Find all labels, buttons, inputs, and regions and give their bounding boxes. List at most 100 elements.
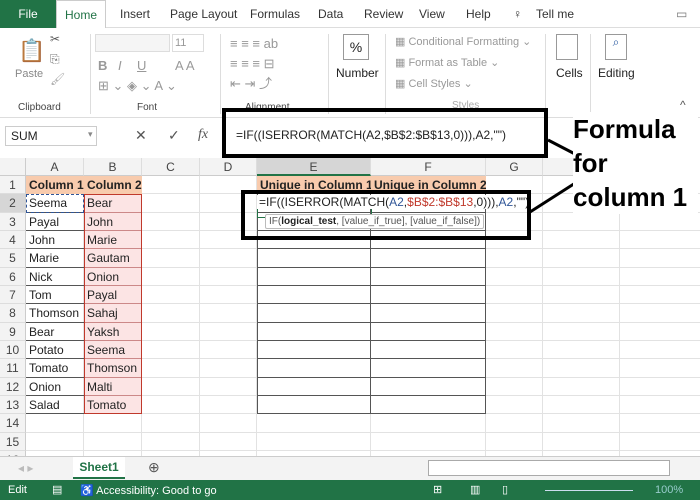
cell-b13[interactable]: Tomato <box>84 395 142 415</box>
cell-styles-button[interactable]: ▦ Cell Styles ⌄ <box>395 77 473 90</box>
row-header-7[interactable]: 7 <box>0 285 26 305</box>
row-header-11[interactable]: 11 <box>0 359 26 378</box>
tab-home[interactable]: Home <box>56 0 106 29</box>
zoom-level[interactable]: 100% <box>655 484 683 496</box>
cell-a12[interactable]: Onion <box>26 378 84 396</box>
comment-icon[interactable]: ▭ <box>676 7 687 21</box>
alignment-icons[interactable]: ≡ ≡ ≡ ab ≡ ≡ ≡ ⊟ ⇤ ⇥ ⤴ <box>230 34 278 94</box>
sheet-tab-sheet1[interactable]: Sheet1 <box>73 457 125 479</box>
insert-function-icon[interactable]: fx <box>198 127 208 143</box>
column-header-d[interactable]: D <box>200 158 257 176</box>
cell-f10[interactable] <box>371 340 486 360</box>
underline-button[interactable]: U <box>137 58 146 73</box>
column-header-a[interactable]: A <box>26 158 84 176</box>
name-box[interactable]: SUM <box>5 126 97 146</box>
cell-e8[interactable] <box>257 304 371 323</box>
row-header-13[interactable]: 13 <box>0 395 26 415</box>
cell-a6[interactable]: Nick <box>26 268 84 286</box>
cell-a1[interactable]: Column 1 <box>26 176 84 195</box>
cell-e11[interactable] <box>257 359 371 378</box>
tab-formulas[interactable]: Formulas <box>250 7 300 21</box>
cell-a4[interactable]: John <box>26 231 84 250</box>
cell-b12[interactable]: Malti <box>84 377 142 396</box>
number-format-button[interactable]: Number <box>336 66 379 80</box>
tell-me-search[interactable]: Tell me <box>536 7 574 21</box>
format-painter-icon[interactable]: 🖌 <box>50 72 65 86</box>
cell-a10[interactable]: Potato <box>26 341 84 360</box>
select-all-corner[interactable] <box>0 158 26 176</box>
tab-page-layout[interactable]: Page Layout <box>170 7 237 21</box>
name-box-dropdown-icon[interactable]: ▾ <box>88 129 93 140</box>
cell-a7[interactable]: Tom <box>26 286 84 305</box>
collapse-ribbon-icon[interactable]: ^ <box>680 98 686 112</box>
tab-review[interactable]: Review <box>364 7 403 21</box>
cancel-icon[interactable]: ✕ <box>135 127 147 144</box>
editing-button[interactable]: Editing <box>598 66 635 80</box>
cell-b7[interactable]: Payal <box>84 285 142 305</box>
row-header-9[interactable]: 9 <box>0 322 26 341</box>
cell-f5[interactable] <box>371 249 486 268</box>
font-name-select[interactable] <box>95 34 170 52</box>
cell-f6[interactable] <box>371 267 486 286</box>
accessibility-status[interactable]: ♿ Accessibility: Good to go <box>80 484 217 497</box>
cell-b11[interactable]: Thomson <box>84 359 142 378</box>
font-size-select[interactable]: 11 <box>172 34 204 52</box>
row-header-8[interactable]: 8 <box>0 304 26 323</box>
cell-f11[interactable] <box>371 359 486 378</box>
cell-f9[interactable] <box>371 322 486 341</box>
cell-f12[interactable] <box>371 377 486 396</box>
find-icon[interactable]: ⌕ <box>605 34 627 60</box>
add-sheet-icon[interactable]: ⊕ <box>148 459 160 476</box>
cell-b1[interactable]: Column 2 <box>84 176 142 195</box>
page-break-view-icon[interactable]: ▯ <box>502 483 508 496</box>
cell-e6[interactable] <box>257 267 371 286</box>
row-header-6[interactable]: 6 <box>0 267 26 286</box>
horizontal-scrollbar[interactable] <box>428 460 670 476</box>
row-header-12[interactable]: 12 <box>0 377 26 396</box>
cell-b6[interactable]: Onion <box>84 267 142 286</box>
grow-font-icon[interactable]: A A <box>175 58 195 73</box>
format-as-table-button[interactable]: ▦ Format as Table ⌄ <box>395 56 499 69</box>
cell-e13[interactable] <box>257 395 371 415</box>
page-layout-view-icon[interactable]: ▥ <box>470 483 480 496</box>
cell-e5[interactable] <box>257 249 371 268</box>
scroll-left-icon[interactable]: ◂ ▸ <box>18 461 33 475</box>
column-header-f[interactable]: F <box>371 158 486 176</box>
tab-data[interactable]: Data <box>318 7 343 21</box>
borders-icon[interactable]: ⊞ ⌄ ◈ ⌄ A ⌄ <box>98 78 177 94</box>
percent-icon[interactable]: % <box>343 34 369 60</box>
cell-e7[interactable] <box>257 285 371 305</box>
italic-button[interactable]: I <box>118 58 122 73</box>
copy-icon[interactable]: ⎘ <box>50 52 60 67</box>
cell-e12[interactable] <box>257 377 371 396</box>
macro-icon[interactable]: ▤ <box>52 483 62 496</box>
conditional-formatting-button[interactable]: ▦ Conditional Formatting ⌄ <box>395 35 531 48</box>
cell-b8[interactable]: Sahaj <box>84 304 142 323</box>
row-header-4[interactable]: 4 <box>0 230 26 250</box>
enter-icon[interactable]: ✓ <box>168 127 180 144</box>
row-header-10[interactable]: 10 <box>0 340 26 360</box>
tab-insert[interactable]: Insert <box>120 7 150 21</box>
cell-a9[interactable]: Bear <box>26 323 84 341</box>
row-header-2[interactable]: 2 <box>0 194 26 213</box>
normal-view-icon[interactable]: ⊞ <box>433 483 442 496</box>
cell-b2[interactable]: Bear <box>84 194 142 213</box>
cell-b4[interactable]: Marie <box>84 230 142 250</box>
cell-b5[interactable]: Gautam <box>84 249 142 268</box>
row-header-14[interactable]: 14 <box>0 414 26 433</box>
cell-e9[interactable] <box>257 322 371 341</box>
column-header-b[interactable]: B <box>84 158 142 176</box>
column-header-c[interactable]: C <box>142 158 200 176</box>
cell-a5[interactable]: Marie <box>26 249 84 268</box>
cell-a8[interactable]: Thomson <box>26 304 84 323</box>
cells-button[interactable]: Cells <box>556 66 583 80</box>
cut-icon[interactable]: ✂ <box>50 32 60 46</box>
tab-file[interactable]: File <box>0 0 56 28</box>
column-header-e[interactable]: E <box>257 158 371 176</box>
cell-f13[interactable] <box>371 395 486 415</box>
cell-b9[interactable]: Yaksh <box>84 322 142 341</box>
row-header-5[interactable]: 5 <box>0 249 26 268</box>
tab-view[interactable]: View <box>419 7 445 21</box>
paste-button[interactable]: Paste <box>15 68 43 80</box>
cell-a13[interactable]: Salad <box>26 396 84 415</box>
